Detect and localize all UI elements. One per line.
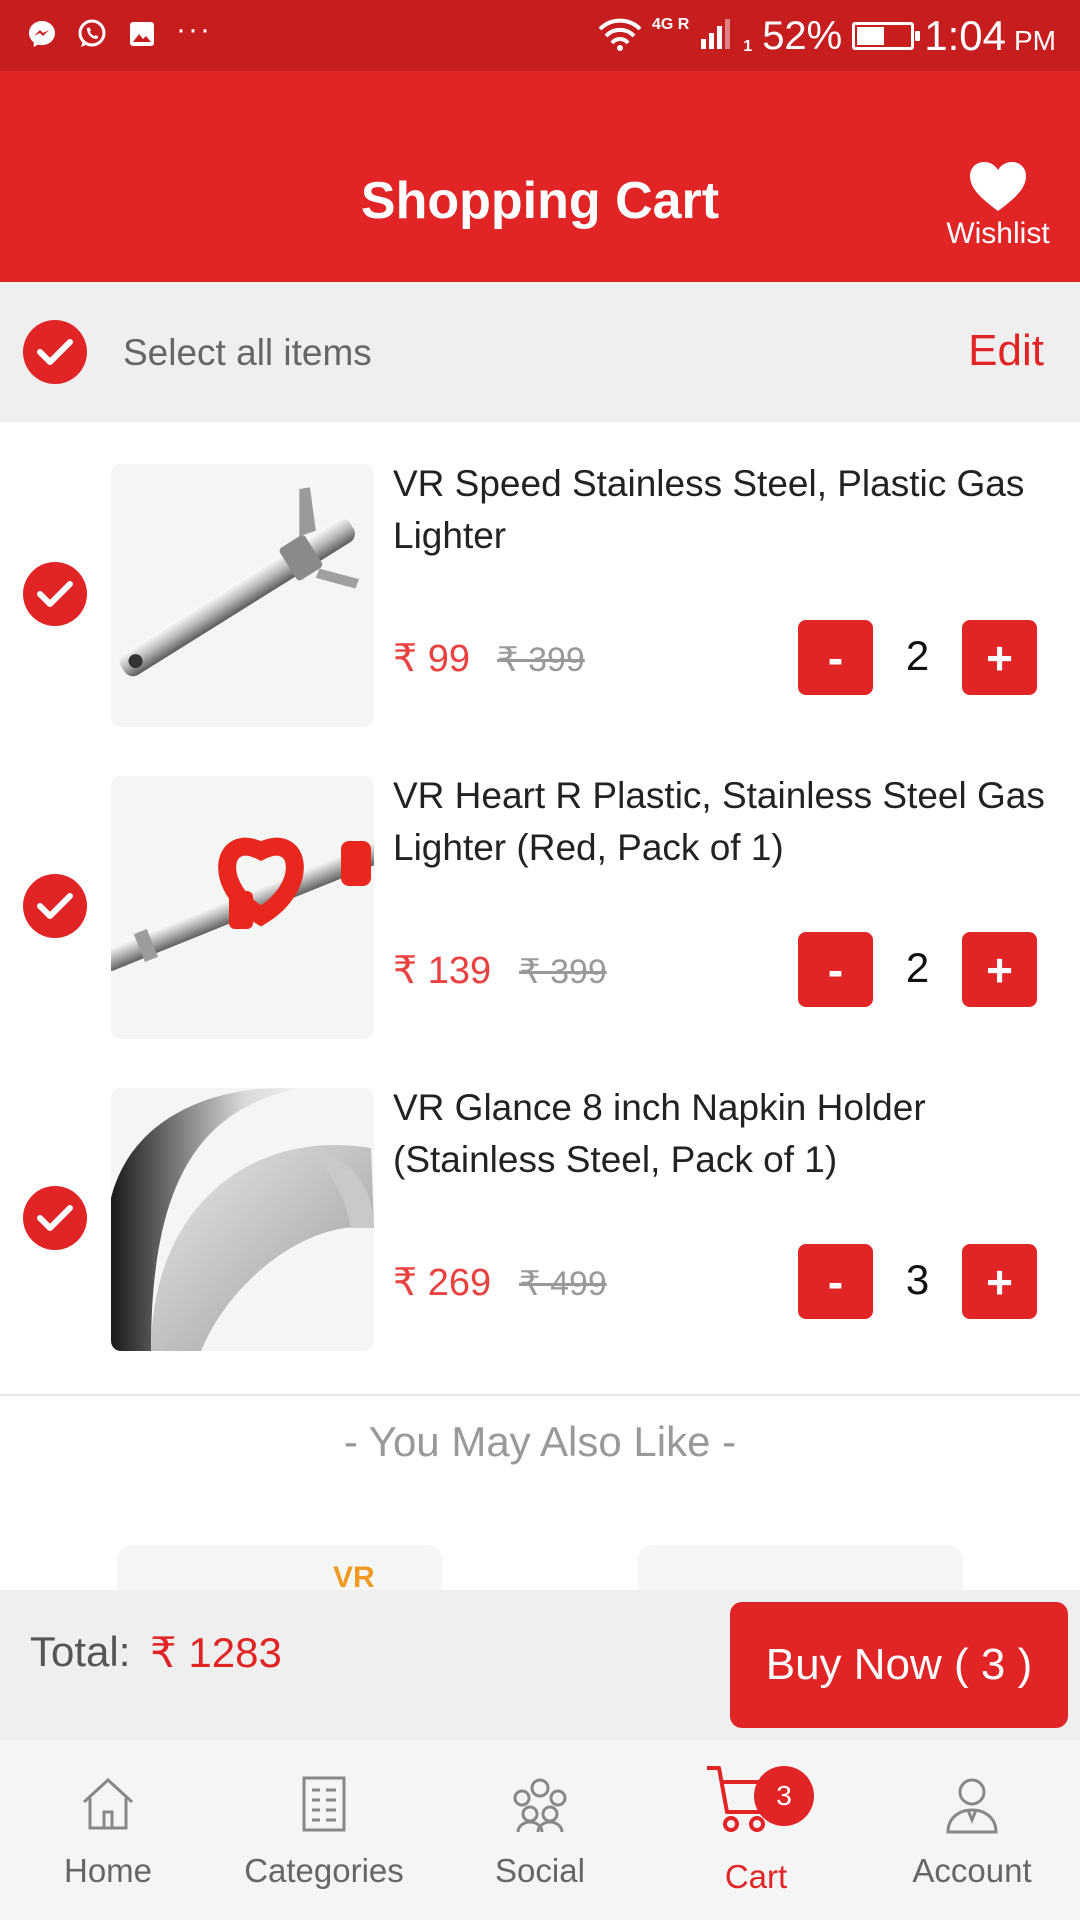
clock-time: 1:04 bbox=[924, 12, 1006, 59]
quantity-decrease-button[interactable]: - bbox=[798, 1244, 873, 1319]
total-label: Total: bbox=[30, 1628, 131, 1675]
quantity-decrease-button[interactable]: - bbox=[798, 932, 873, 1007]
item-image-steel-napkin-holder[interactable] bbox=[111, 1088, 374, 1351]
more-notifications: ··· bbox=[176, 13, 212, 46]
quantity-increase-button[interactable]: + bbox=[962, 932, 1037, 1007]
item-original-price: ₹ 399 bbox=[519, 953, 607, 991]
quantity-value: 2 bbox=[905, 632, 930, 679]
item-name[interactable]: VR Glance 8 inch Napkin Holder (Stainles… bbox=[393, 1082, 1063, 1186]
item-image-red-heart-gas-lighter[interactable] bbox=[111, 776, 374, 1039]
system-status: 4G R 1 52% 1:04 PM bbox=[598, 10, 1056, 62]
item-original-price: ₹ 399 bbox=[497, 641, 585, 679]
select-all-label: Select all items bbox=[123, 332, 372, 373]
item-price: ₹ 139 bbox=[393, 950, 492, 992]
messenger-icon bbox=[26, 18, 58, 50]
nav-label: Account bbox=[912, 1852, 1032, 1889]
checkmark-icon bbox=[37, 339, 73, 365]
recommendations-heading: - You May Also Like - bbox=[343, 1418, 737, 1465]
item-price: ₹ 269 bbox=[393, 1262, 492, 1304]
categories-icon bbox=[302, 1776, 346, 1832]
cart-item: VR Speed Stainless Steel, Plastic Gas Li… bbox=[0, 422, 1080, 734]
buy-now-button[interactable]: Buy Now ( 3 ) bbox=[730, 1602, 1068, 1728]
item-checkbox[interactable] bbox=[23, 562, 87, 626]
home-icon bbox=[82, 1777, 134, 1830]
signal-icon bbox=[699, 17, 733, 56]
checkout-bar: Total: ₹ 1283 Buy Now ( 3 ) bbox=[0, 1590, 1080, 1740]
nav-label: Home bbox=[63, 1852, 153, 1889]
battery-percent: 52% bbox=[762, 13, 843, 58]
total-amount: ₹ 1283 bbox=[150, 1629, 282, 1676]
status-bar: ··· 4G R 1 52% 1:04 PM bbox=[0, 0, 1080, 71]
checkmark-icon bbox=[37, 893, 73, 919]
quantity-decrease-button[interactable]: - bbox=[798, 620, 873, 695]
app-header: Shopping Cart Wishlist bbox=[0, 71, 1080, 282]
quantity-value: 2 bbox=[905, 944, 930, 991]
social-icon bbox=[513, 1778, 567, 1833]
section-divider bbox=[0, 1394, 1080, 1396]
nav-social[interactable]: Social bbox=[432, 1740, 648, 1920]
nav-categories[interactable]: Categories bbox=[216, 1740, 432, 1920]
cart-count-badge: 3 bbox=[754, 1766, 814, 1826]
cart-item: VR Heart R Plastic, Stainless Steel Gas … bbox=[0, 734, 1080, 1046]
cart-list: VR Speed Stainless Steel, Plastic Gas Li… bbox=[0, 422, 1080, 1394]
checkmark-icon bbox=[37, 581, 73, 607]
nav-label: Social bbox=[495, 1852, 585, 1889]
wifi-icon bbox=[598, 17, 642, 56]
item-price: ₹ 99 bbox=[393, 638, 471, 680]
checkmark-icon bbox=[37, 1205, 73, 1231]
wishlist-label: Wishlist bbox=[946, 217, 1050, 250]
cart-item: VR Glance 8 inch Napkin Holder (Stainles… bbox=[0, 1046, 1080, 1358]
clock-ampm: PM bbox=[1014, 25, 1056, 56]
whatsapp-icon bbox=[76, 18, 108, 50]
page-title: Shopping Cart bbox=[360, 172, 720, 230]
nav-label: Categories bbox=[244, 1852, 404, 1889]
notification-icons: ··· bbox=[26, 13, 212, 50]
select-all-checkbox[interactable] bbox=[23, 320, 87, 384]
item-name[interactable]: VR Heart R Plastic, Stainless Steel Gas … bbox=[393, 770, 1063, 874]
gallery-icon bbox=[126, 18, 158, 50]
bottom-navigation: Home Categories Social 3 Cart Account bbox=[0, 1740, 1080, 1920]
item-original-price: ₹ 499 bbox=[519, 1265, 607, 1303]
battery-level bbox=[857, 27, 885, 45]
sim-slot: 1 bbox=[743, 38, 753, 55]
item-checkbox[interactable] bbox=[23, 1186, 87, 1250]
nav-cart[interactable]: 3 Cart bbox=[648, 1740, 864, 1920]
heart-icon bbox=[970, 162, 1026, 211]
item-image-steel-gas-lighter[interactable] bbox=[111, 464, 374, 727]
select-all-bar: Select all items Edit bbox=[0, 282, 1080, 422]
quantity-increase-button[interactable]: + bbox=[962, 620, 1037, 695]
nav-home[interactable]: Home bbox=[0, 1740, 216, 1920]
wishlist-button[interactable]: Wishlist bbox=[938, 161, 1058, 251]
quantity-increase-button[interactable]: + bbox=[962, 1244, 1037, 1319]
battery-icon bbox=[852, 22, 921, 50]
network-type: 4G R bbox=[651, 16, 690, 33]
item-name[interactable]: VR Speed Stainless Steel, Plastic Gas Li… bbox=[393, 458, 1063, 562]
quantity-value: 3 bbox=[905, 1256, 930, 1303]
nav-label: Cart bbox=[724, 1858, 788, 1895]
item-checkbox[interactable] bbox=[23, 874, 87, 938]
nav-account[interactable]: Account bbox=[864, 1740, 1080, 1920]
account-icon bbox=[946, 1778, 998, 1834]
edit-button[interactable]: Edit bbox=[968, 326, 1044, 376]
